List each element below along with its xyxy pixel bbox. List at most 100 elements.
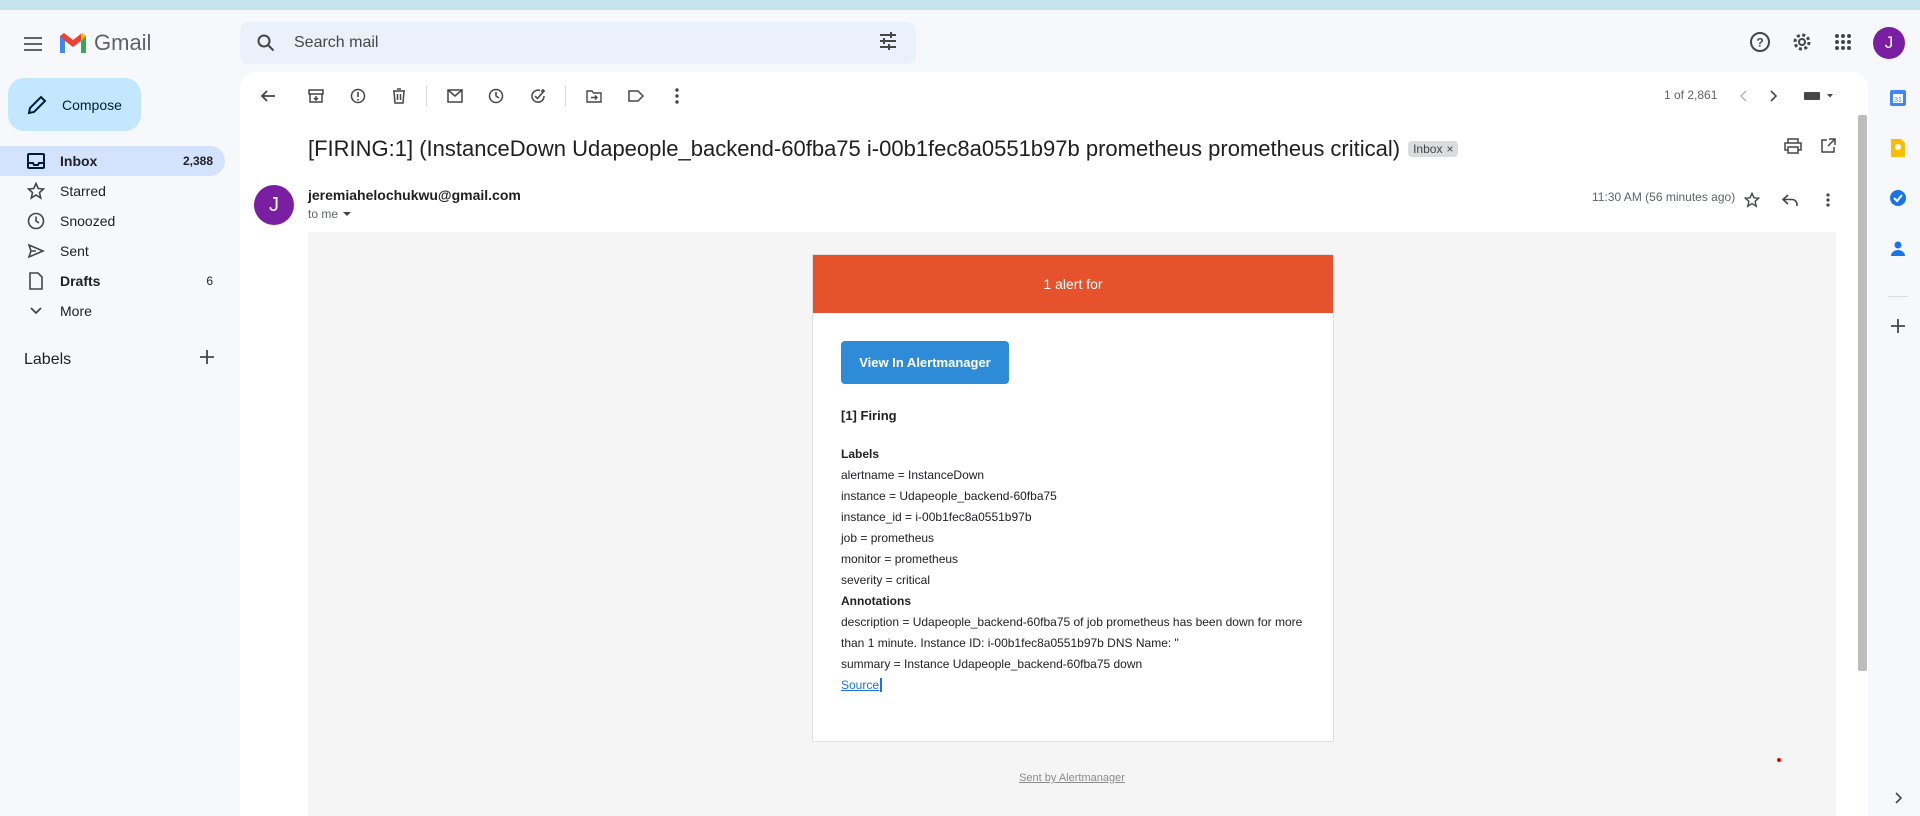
sidebar-item-label: Sent <box>60 243 89 259</box>
tasks-icon[interactable] <box>1884 184 1912 212</box>
open-new-window-icon[interactable] <box>1820 138 1836 159</box>
view-in-alertmanager-button[interactable]: View In Alertmanager <box>841 341 1009 384</box>
contacts-icon[interactable] <box>1884 234 1912 262</box>
sidebar-item-snoozed[interactable]: Snoozed <box>0 206 225 236</box>
apps-grid-icon[interactable] <box>1829 28 1857 56</box>
label-line: job = prometheus <box>841 531 935 545</box>
get-addons-plus-icon[interactable] <box>1884 312 1912 340</box>
firing-heading: [1] Firing <box>841 408 897 423</box>
app-name: Gmail <box>94 30 152 55</box>
add-label-icon[interactable] <box>200 350 214 369</box>
inbox-tag: Inbox × <box>1408 141 1459 157</box>
keep-icon[interactable] <box>1884 134 1912 162</box>
back-arrow-icon[interactable] <box>256 84 280 108</box>
pagination-text: 1 of 2,861 <box>1664 88 1718 102</box>
sidebar-item-label: Drafts <box>60 273 101 289</box>
star-icon <box>26 181 46 201</box>
label-line: monitor = prometheus <box>841 552 959 566</box>
annotation-line: description = Udapeople_backend-60fba75 … <box>841 615 1303 650</box>
alert-details: [1] Firing Labels alertname = InstanceDo… <box>841 405 1311 696</box>
annotations-heading: Annotations <box>841 594 911 608</box>
alert-header: 1 alert for <box>813 255 1333 313</box>
account-avatar[interactable]: J <box>1873 27 1905 59</box>
scrollbar[interactable] <box>1855 115 1867 815</box>
main-menu-button[interactable] <box>18 28 50 60</box>
add-task-icon[interactable] <box>526 84 550 108</box>
sidebar-item-starred[interactable]: Starred <box>0 176 225 206</box>
sidebar-item-more[interactable]: More <box>0 296 225 326</box>
gmail-logo[interactable]: Gmail <box>58 30 151 56</box>
recipient-details[interactable]: to me <box>308 207 352 221</box>
search-options-icon[interactable] <box>878 31 902 55</box>
labels-title: Labels <box>24 350 72 368</box>
sent-by-alertmanager-link[interactable]: Sent by Alertmanager <box>308 772 1836 784</box>
more-vertical-icon[interactable] <box>665 84 689 108</box>
sender-email[interactable]: jeremiahelochukwu@gmail.com <box>308 187 521 203</box>
scrollbar-thumb[interactable] <box>1858 115 1867 671</box>
recipient-text: to me <box>308 207 339 221</box>
tag-label: Inbox <box>1413 142 1443 156</box>
label-line: alertname = InstanceDown <box>841 468 985 482</box>
labels-section-header: Labels <box>24 350 214 369</box>
calendar-icon[interactable]: 31 <box>1884 84 1912 112</box>
alert-card: 1 alert for View In Alertmanager [1] Fir… <box>812 254 1334 742</box>
message-time: 11:30 AM (56 minutes ago) <box>1592 190 1736 204</box>
pencil-icon <box>27 95 47 114</box>
sidebar-item-label: Snoozed <box>60 213 116 229</box>
compose-button[interactable]: Compose <box>8 78 141 131</box>
print-icon[interactable] <box>1784 138 1802 159</box>
input-tools-keyboard-icon[interactable] <box>1800 84 1840 108</box>
delete-icon[interactable] <box>387 84 411 108</box>
more-vertical-icon[interactable] <box>1816 188 1840 212</box>
label-line: instance = Udapeople_backend-60fba75 <box>841 489 1057 503</box>
search-input[interactable] <box>294 34 854 52</box>
annotation-line: summary = Instance Udapeople_backend-60f… <box>841 657 1143 671</box>
labels-heading: Labels <box>841 447 880 461</box>
mark-unread-icon[interactable] <box>443 84 467 108</box>
svg-text:31: 31 <box>1894 97 1902 104</box>
side-panel: 31 <box>1876 72 1920 816</box>
reply-icon[interactable] <box>1778 188 1802 212</box>
email-subject: [FIRING:1] (InstanceDown Udapeople_backe… <box>308 136 1459 162</box>
move-to-icon[interactable] <box>582 84 606 108</box>
help-icon[interactable]: ? <box>1746 28 1774 56</box>
show-side-panel-chevron-icon[interactable] <box>1888 788 1908 808</box>
sidebar-nav: Inbox 2,388 Starred Snoozed Sent Drafts … <box>0 146 225 326</box>
label-icon[interactable] <box>624 84 648 108</box>
search-icon[interactable] <box>254 31 278 55</box>
caret-down-icon <box>343 212 352 216</box>
report-spam-icon[interactable] <box>346 84 370 108</box>
unread-count: 2,388 <box>182 154 213 168</box>
subject-text: [FIRING:1] (InstanceDown Udapeople_backe… <box>308 136 1401 161</box>
menu-icon <box>24 37 42 51</box>
label-line: severity = critical <box>841 573 931 587</box>
toolbar-divider <box>565 86 566 106</box>
sidebar-item-sent[interactable]: Sent <box>0 236 225 266</box>
source-link[interactable]: Source <box>841 678 883 692</box>
remove-tag-icon[interactable]: × <box>1446 142 1453 156</box>
older-chevron-icon[interactable] <box>1762 84 1786 108</box>
sidebar-item-label: Starred <box>60 183 106 199</box>
settings-gear-icon[interactable] <box>1788 28 1816 56</box>
chevron-down-icon <box>26 301 46 321</box>
svg-text:?: ? <box>1756 36 1763 50</box>
message-panel: 1 of 2,861 [FIRING:1] (InstanceDown Udap… <box>240 72 1868 816</box>
star-icon[interactable] <box>1740 188 1764 212</box>
clock-icon <box>26 211 46 231</box>
send-icon <box>26 241 46 261</box>
side-panel-divider <box>1888 296 1908 297</box>
inbox-icon <box>26 151 46 171</box>
message-toolbar: 1 of 2,861 <box>240 72 1868 116</box>
draft-count: 6 <box>206 274 213 288</box>
sidebar-item-drafts[interactable]: Drafts 6 <box>0 266 225 296</box>
sidebar-item-inbox[interactable]: Inbox 2,388 <box>0 146 225 176</box>
sender-avatar[interactable]: J <box>254 185 294 225</box>
newer-chevron-icon[interactable] <box>1731 84 1755 108</box>
archive-icon[interactable] <box>304 84 328 108</box>
cursor-dot <box>1777 758 1781 762</box>
search-bar[interactable] <box>240 22 916 64</box>
snooze-clock-icon[interactable] <box>484 84 508 108</box>
sidebar-item-label: More <box>60 303 92 319</box>
sidebar-item-label: Inbox <box>60 153 98 169</box>
gmail-m-icon <box>60 33 86 53</box>
